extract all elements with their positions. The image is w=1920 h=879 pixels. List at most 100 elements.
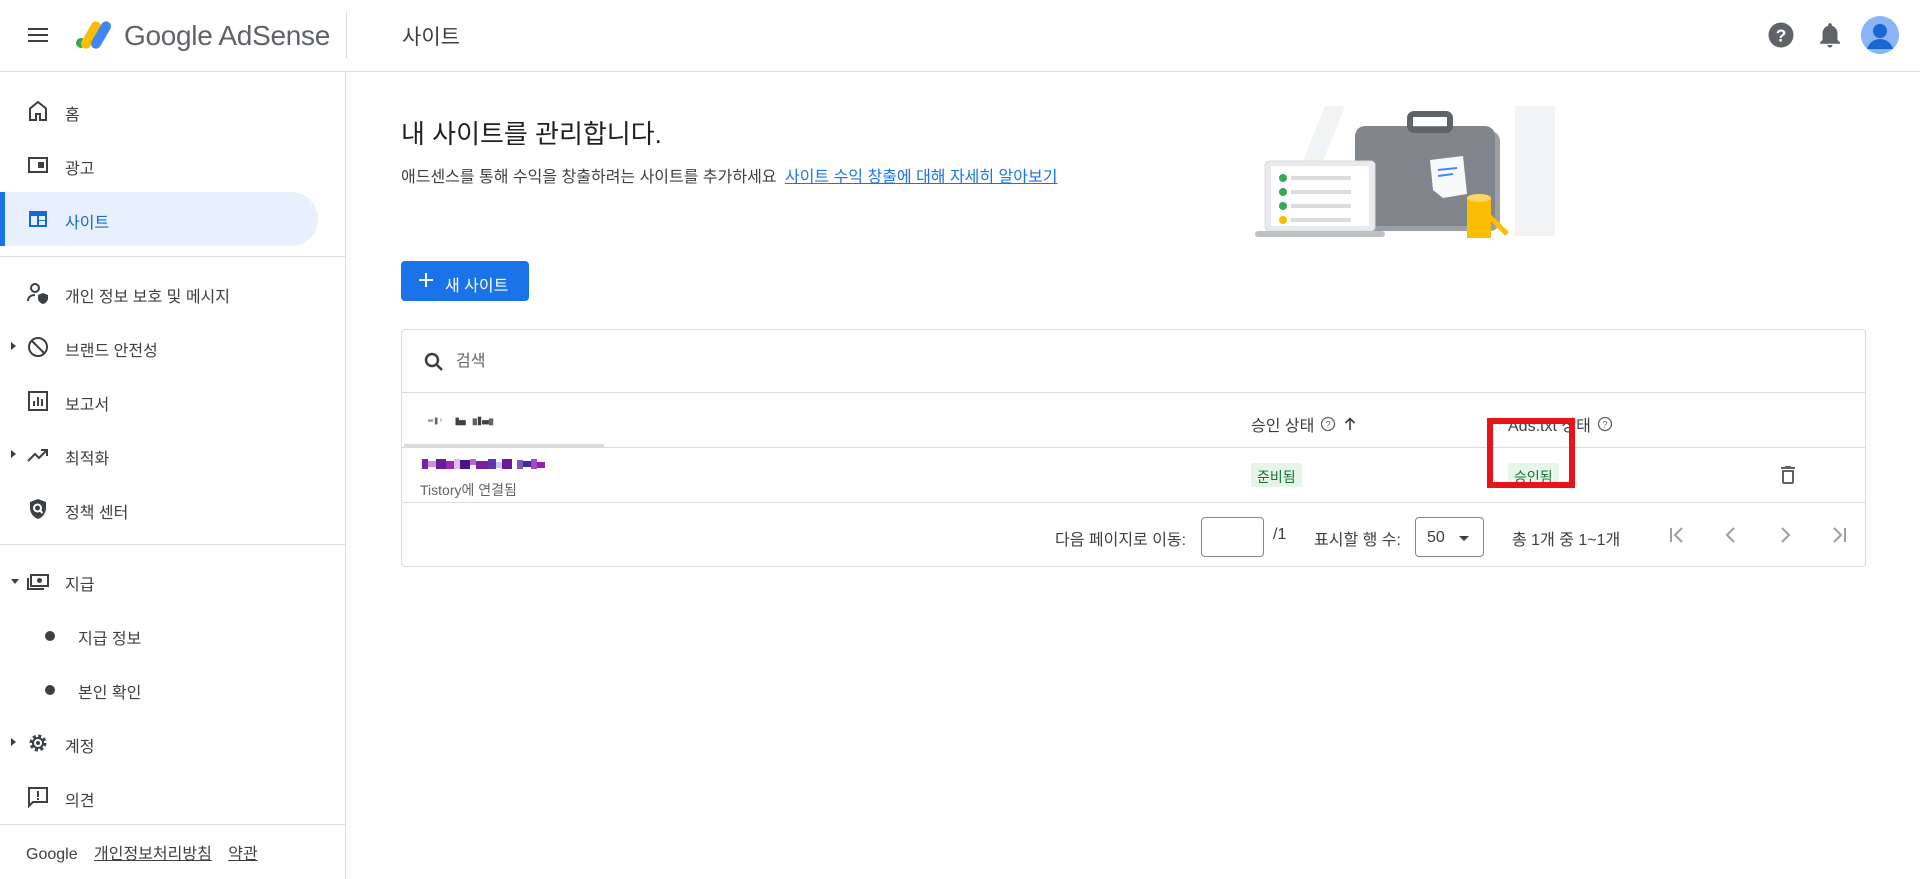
table-header-row: 승인 상태 ? Ads.txt 상태 ? (402, 394, 1865, 448)
sidebar-item-ads[interactable]: 광고 (0, 138, 318, 192)
sidebar-nav: 홈 광고 사이트 개인 정보 보호 및 메시지 브랜드 안전성 보고서 최적화 … (0, 72, 346, 879)
arrow-upward-icon[interactable] (1342, 416, 1358, 432)
sidebar-item-label: 지급 정보 (78, 631, 142, 648)
approval-status-header-label: 승인 상태 (1251, 418, 1315, 435)
brand-name: Google AdSense (124, 20, 330, 51)
sidebar-item-label: 정책 센터 (65, 505, 129, 522)
bullet-dot-icon (45, 685, 55, 695)
collapse-caret-icon[interactable] (11, 579, 19, 584)
account-avatar[interactable] (1861, 16, 1899, 54)
site-connection-label: Tistory에 연결됨 (420, 482, 517, 498)
first-page-icon[interactable] (1665, 523, 1689, 547)
sites-table: 승인 상태 ? Ads.txt 상태 ? Tistory에 연결됨 준비됨 승인… (401, 329, 1866, 567)
rows-per-page-label: 표시할 행 수: (1314, 532, 1401, 549)
policy-shield-icon (30, 499, 46, 519)
main-description: 애드센스를 통해 수익을 창출하려는 사이트를 추가하세요 사이트 수익 창출에… (401, 163, 1057, 187)
sidebar-item-label: 보고서 (65, 397, 110, 414)
svg-text:?: ? (1776, 25, 1787, 45)
sidebar-item-optimization[interactable]: 최적화 (0, 428, 318, 482)
sidebar-item-label: 개인 정보 보호 및 메시지 (65, 289, 230, 306)
range-label: 총 1개 중 1~1개 (1512, 532, 1621, 549)
table-row[interactable]: Tistory에 연결됨 준비됨 승인됨 (402, 449, 1865, 503)
sidebar-item-label: 의견 (65, 793, 95, 810)
privacy-policy-link[interactable]: 개인정보처리방침 (94, 846, 212, 863)
menu-icon[interactable] (26, 24, 50, 48)
gear-icon (29, 734, 47, 752)
help-outline-icon[interactable]: ? (1320, 416, 1336, 432)
previous-page-icon[interactable] (1719, 523, 1743, 547)
sidebar-item-sites[interactable]: 사이트 (0, 192, 318, 246)
sidebar-item-label: 홈 (65, 107, 80, 124)
sidebar-item-brand-safety[interactable]: 브랜드 안전성 (0, 320, 318, 374)
sidebar-item-home[interactable]: 홈 (0, 84, 318, 138)
sites-briefcase-illustration (1255, 106, 1555, 238)
main-description-text: 애드센스를 통해 수익을 창출하려는 사이트를 추가하세요 (401, 169, 777, 186)
help-outline-icon[interactable]: ? (1597, 416, 1613, 432)
sidebar-item-payments[interactable]: 지급 (0, 554, 318, 608)
sidebar-item-account[interactable]: 계정 (0, 716, 318, 770)
reports-icon (28, 391, 48, 411)
privacy-messaging-icon (27, 283, 48, 304)
rows-per-page-value: 50 (1427, 529, 1445, 546)
ads-icon (28, 157, 48, 173)
expand-caret-icon[interactable] (11, 738, 16, 746)
plus-icon (419, 273, 433, 287)
header-divider (346, 12, 347, 58)
sidebar-item-label: 지급 (65, 577, 95, 594)
search-bar (402, 330, 1865, 393)
terms-link[interactable]: 약관 (228, 846, 257, 863)
sidebar-divider (0, 544, 346, 545)
page-title: 사이트 (402, 26, 460, 49)
page-total-label: /1 (1273, 526, 1287, 543)
sidebar-item-label: 브랜드 안전성 (65, 343, 158, 360)
home-icon (29, 100, 47, 121)
bullet-dot-icon (45, 631, 55, 641)
goto-page-label: 다음 페이지로 이동: (1055, 532, 1187, 549)
feedback-icon (28, 787, 48, 809)
sidebar-item-label: 본인 확인 (78, 685, 142, 702)
block-icon (28, 337, 48, 357)
redacted-header-text (428, 416, 494, 426)
last-page-icon[interactable] (1827, 523, 1851, 547)
sidebar-item-policy-center[interactable]: 정책 센터 (0, 482, 318, 536)
rows-per-page-select[interactable]: 50 (1415, 517, 1484, 557)
approval-status-header[interactable]: 승인 상태 ? (1251, 412, 1358, 436)
sidebar-item-reports[interactable]: 보고서 (0, 374, 318, 428)
sidebar-item-privacy-messaging[interactable]: 개인 정보 보호 및 메시지 (0, 266, 318, 320)
new-site-button[interactable]: 새 사이트 (401, 261, 529, 301)
dropdown-arrow-icon (1459, 536, 1469, 541)
site-url-link[interactable] (422, 457, 547, 471)
sidebar-divider (0, 256, 346, 257)
sidebar-item-payment-info[interactable]: 지급 정보 (0, 608, 318, 662)
highlight-annotation-box (1487, 418, 1575, 488)
sidebar-divider (0, 824, 346, 825)
search-input[interactable] (456, 346, 1056, 378)
sidebar-item-verification[interactable]: 본인 확인 (0, 662, 318, 716)
expand-caret-icon[interactable] (11, 342, 16, 350)
svg-text:?: ? (1326, 420, 1331, 430)
delete-trash-icon[interactable] (1776, 463, 1800, 487)
goto-page-input[interactable] (1201, 517, 1264, 557)
sidebar-item-label: 계정 (65, 739, 95, 756)
trending-up-icon (27, 449, 48, 462)
sidebar-item-label: 최적화 (65, 451, 110, 468)
sidebar-item-label: 사이트 (65, 215, 110, 232)
notifications-bell-icon[interactable] (1815, 20, 1845, 50)
adsense-logo-icon[interactable] (72, 16, 116, 52)
pagination: 다음 페이지로 이동: /1 표시할 행 수: 50 총 1개 중 1~1개 (402, 504, 1865, 566)
sort-column-indicator (404, 444, 604, 447)
sidebar-item-feedback[interactable]: 의견 (0, 770, 318, 824)
new-site-button-label: 새 사이트 (445, 278, 509, 295)
expand-caret-icon[interactable] (11, 450, 16, 458)
footer-google-label: Google (26, 846, 78, 863)
approval-status-badge: 준비됨 (1251, 463, 1302, 487)
next-page-icon[interactable] (1773, 523, 1797, 547)
help-icon[interactable]: ? (1766, 20, 1796, 50)
user-silhouette-icon (1861, 16, 1899, 54)
site-column-header[interactable] (422, 414, 507, 430)
learn-more-link[interactable]: 사이트 수익 창출에 대해 자세히 알아보기 (785, 169, 1057, 186)
sites-icon (29, 211, 47, 227)
active-indicator (0, 192, 5, 246)
main-heading: 내 사이트를 관리합니다. (401, 119, 662, 149)
search-icon (424, 352, 443, 371)
